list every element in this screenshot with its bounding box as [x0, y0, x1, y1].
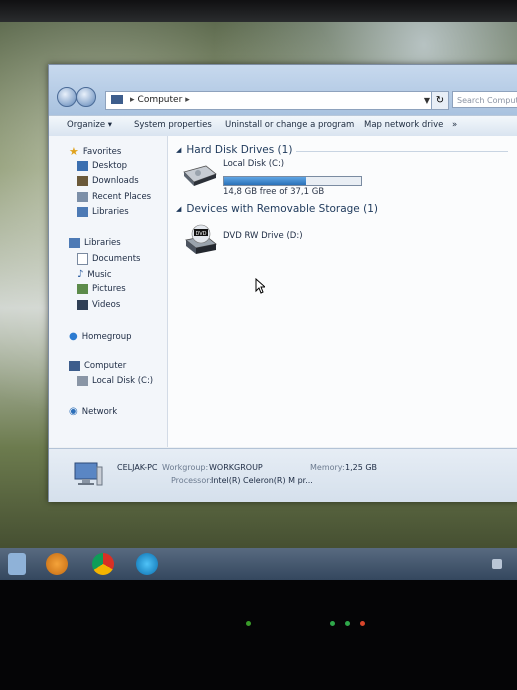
workgroup-label: Workgroup:	[162, 463, 209, 472]
collapse-triangle-icon: ◢	[176, 146, 182, 154]
desktop-icon	[77, 161, 88, 171]
disk-usage-fill	[224, 177, 307, 185]
breadcrumb-arrow: ▸	[185, 95, 190, 105]
downloads-icon	[77, 176, 88, 186]
dvd-drive-icon: DVD	[185, 224, 217, 254]
chrome-icon[interactable]	[92, 553, 114, 575]
nav-item-pictures[interactable]: Pictures	[77, 284, 126, 294]
explorer-window: ▸Computer▸ ▼ ↻ Search Computer Organize …	[48, 64, 517, 502]
removable-group-title: Devices with Removable Storage (1)	[186, 203, 378, 215]
disk-usage-bar	[223, 176, 362, 186]
removable-group-header[interactable]: ◢ Devices with Removable Storage (1)	[176, 203, 378, 215]
nav-computer-label: Computer	[84, 361, 127, 371]
computer-icon	[74, 462, 103, 486]
libraries-icon	[69, 238, 80, 248]
nav-item-recent-places[interactable]: Recent Places	[77, 192, 151, 202]
uninstall-program-button[interactable]: Uninstall or change a program	[225, 120, 354, 130]
local-disk-free-space: 14,8 GB free of 37,1 GB	[223, 187, 325, 197]
monitor-bezel-bottom	[0, 580, 517, 690]
mouse-cursor-icon	[255, 278, 265, 294]
content-pane: ◢ Hard Disk Drives (1) Local Disk (C:) 1…	[168, 136, 517, 447]
workgroup-value: WORKGROUP	[209, 463, 263, 472]
nav-item-documents[interactable]: Documents	[77, 253, 140, 265]
nav-item-local-disk[interactable]: Local Disk (C:)	[77, 376, 153, 386]
navigation-buttons	[57, 87, 97, 107]
nav-network[interactable]: ◉ Network	[69, 406, 117, 417]
pictures-icon	[77, 284, 88, 294]
documents-icon	[77, 253, 88, 265]
nav-computer[interactable]: Computer	[69, 361, 126, 371]
nav-item-label: Desktop	[92, 161, 128, 171]
pc-name: CELJAK-PC	[117, 463, 158, 472]
nav-libraries-label: Libraries	[84, 238, 121, 248]
nav-item-label: Documents	[92, 254, 141, 264]
media-player-icon[interactable]	[46, 553, 68, 575]
nav-item-music[interactable]: ♪ Music	[77, 269, 112, 280]
nav-item-label: Videos	[92, 300, 121, 310]
show-desktop-button[interactable]	[492, 559, 502, 569]
libraries-icon	[77, 207, 88, 217]
network-icon: ◉	[69, 406, 78, 417]
nav-item-libraries[interactable]: Libraries	[77, 207, 129, 217]
system-properties-button[interactable]: System properties	[134, 120, 212, 130]
start-button[interactable]	[8, 553, 26, 575]
organize-button[interactable]: Organize ▾	[67, 120, 112, 130]
command-bar: Organize ▾ System properties Uninstall o…	[49, 115, 517, 137]
more-commands-button[interactable]: »	[452, 120, 457, 130]
computer-icon	[111, 95, 123, 104]
memory-value: 1,25 GB	[345, 463, 378, 472]
homegroup-icon: ●	[69, 331, 78, 342]
navigation-pane: ★ Favorites Desktop Downloads Recent Pla…	[49, 136, 168, 447]
music-icon: ♪	[77, 269, 84, 280]
local-disk-name: Local Disk (C:)	[223, 159, 285, 169]
refresh-button[interactable]: ↻	[431, 91, 449, 110]
edge-icon[interactable]	[136, 553, 158, 575]
nav-item-label: Local Disk (C:)	[92, 376, 154, 386]
status-led-icon	[360, 621, 365, 626]
nav-favorites-label: Favorites	[82, 146, 122, 157]
recent-places-icon	[77, 192, 88, 202]
status-led-icon	[345, 621, 350, 626]
processor-label: Processor:	[171, 476, 213, 485]
breadcrumb-arrow: ▸	[130, 95, 135, 105]
hard-disk-group-header[interactable]: ◢ Hard Disk Drives (1)	[176, 144, 292, 156]
hard-disk-icon	[77, 376, 88, 386]
nav-homegroup-label: Homegroup	[81, 331, 132, 342]
memory-label: Memory:	[310, 463, 345, 472]
taskbar	[0, 548, 517, 580]
nav-item-label: Pictures	[92, 284, 126, 294]
nav-libraries[interactable]: Libraries	[69, 238, 121, 248]
nav-homegroup[interactable]: ● Homegroup	[69, 331, 132, 342]
nav-item-videos[interactable]: Videos	[77, 300, 120, 310]
nav-item-label: Downloads	[92, 176, 139, 186]
address-bar[interactable]: ▸ Computer ▸ ▼	[105, 91, 433, 110]
nav-item-downloads[interactable]: Downloads	[77, 176, 139, 186]
videos-icon	[77, 300, 88, 310]
nav-network-label: Network	[81, 406, 118, 417]
breadcrumb-computer[interactable]: Computer	[138, 95, 183, 105]
dvd-drive-name: DVD RW Drive (D:)	[223, 231, 303, 241]
hard-disk-icon	[183, 165, 217, 186]
back-button[interactable]	[57, 87, 77, 107]
details-pane: CELJAK-PC Workgroup: WORKGROUP Memory: 1…	[49, 448, 517, 502]
address-dropdown-icon[interactable]: ▼	[424, 92, 430, 109]
collapse-triangle-icon: ◢	[176, 205, 182, 213]
monitor-bezel-top	[0, 0, 517, 22]
group-divider	[296, 151, 508, 152]
processor-value: Intel(R) Celeron(R) M pr...	[211, 476, 313, 485]
star-icon: ★	[69, 145, 79, 158]
dvd-badge-text: DVD	[195, 231, 206, 237]
nav-item-label: Libraries	[92, 207, 129, 217]
map-network-drive-button[interactable]: Map network drive	[364, 120, 443, 130]
nav-item-label: Recent Places	[92, 192, 152, 202]
search-input[interactable]: Search Computer	[452, 91, 517, 108]
computer-icon	[69, 361, 80, 371]
forward-button[interactable]	[76, 87, 96, 107]
status-led-icon	[330, 621, 335, 626]
nav-favorites[interactable]: ★ Favorites	[69, 145, 121, 158]
power-led-icon	[246, 621, 251, 626]
hard-disk-group-title: Hard Disk Drives (1)	[186, 144, 293, 156]
nav-item-label: Music	[87, 269, 112, 280]
nav-item-desktop[interactable]: Desktop	[77, 161, 127, 171]
